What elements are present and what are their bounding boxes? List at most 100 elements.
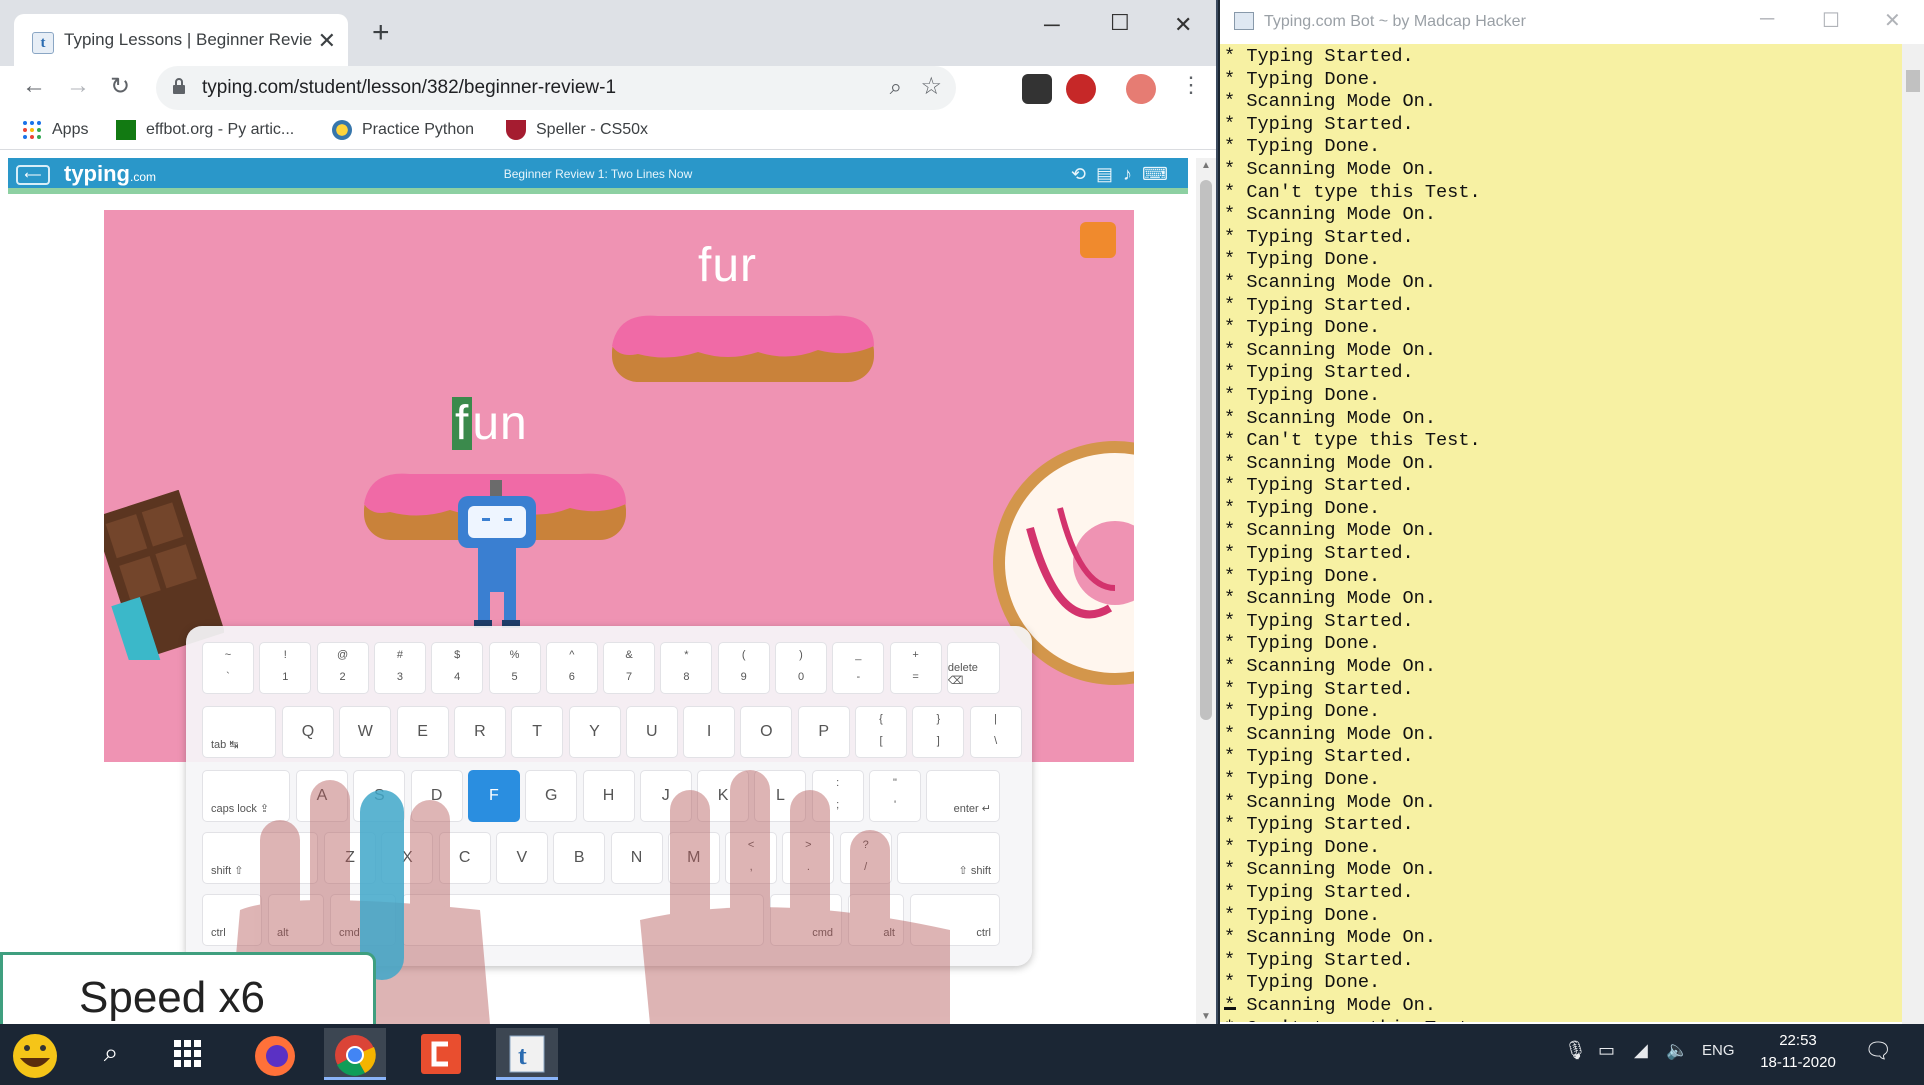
tab-strip: t Typing Lessons | Beginner Revie… ✕ + ─… bbox=[0, 0, 1216, 74]
speed-label: Speed x6 bbox=[79, 973, 265, 1022]
bookmark-apps[interactable]: Apps bbox=[22, 120, 88, 140]
clock-time: 22:53 bbox=[1779, 1032, 1817, 1049]
key-=: + = bbox=[889, 642, 942, 694]
orange-app-taskbar-icon[interactable] bbox=[410, 1028, 472, 1080]
maximize-button[interactable]: ☐ bbox=[1110, 10, 1130, 36]
console-line: * Scanning Mode On. bbox=[1224, 452, 1437, 474]
console-line: * Typing Done. bbox=[1224, 136, 1381, 158]
console-line: * Typing Started. bbox=[1224, 543, 1414, 565]
chrome-taskbar-icon[interactable] bbox=[324, 1028, 386, 1080]
bookmark-effbot[interactable]: effbot.org - Py artic... bbox=[116, 120, 294, 140]
scroll-down-icon[interactable]: ▼ bbox=[1201, 1011, 1211, 1022]
key-6: ^ 6 bbox=[545, 642, 598, 694]
microphone-icon[interactable]: 🎙 bbox=[1564, 1040, 1587, 1061]
scrollbar-thumb[interactable] bbox=[1200, 180, 1212, 720]
browser-window: t Typing Lessons | Beginner Revie… ✕ + ─… bbox=[0, 0, 1218, 1024]
console-scrollbar[interactable] bbox=[1902, 44, 1924, 1024]
console-line: * Typing Done. bbox=[1224, 317, 1381, 339]
tab-close-icon[interactable]: ✕ bbox=[318, 28, 336, 54]
key-R: R bbox=[453, 706, 506, 758]
robot-character bbox=[458, 480, 536, 628]
console-line: * Typing Started. bbox=[1224, 113, 1414, 135]
address-bar[interactable]: typing.com/student/lesson/382/beginner-r… bbox=[156, 66, 956, 110]
console-line: * Typing Started. bbox=[1224, 610, 1414, 632]
typing-bot-taskbar-icon[interactable]: t bbox=[496, 1028, 558, 1080]
svg-text:t: t bbox=[518, 1041, 527, 1070]
pause-game-button[interactable] bbox=[1080, 222, 1116, 258]
url-text: typing.com/student/lesson/382/beginner-r… bbox=[202, 77, 617, 98]
console-line: * Typing Done. bbox=[1224, 249, 1381, 271]
console-minimize-button[interactable]: ─ bbox=[1760, 8, 1774, 31]
console-line: * Typing Done. bbox=[1224, 836, 1381, 858]
back-arrow-icon[interactable]: ← bbox=[22, 72, 46, 100]
key-sym: :; bbox=[811, 770, 864, 822]
close-window-button[interactable]: ✕ bbox=[1174, 12, 1192, 38]
profile-avatar[interactable] bbox=[1126, 74, 1156, 104]
key-2: @2 bbox=[316, 642, 369, 694]
key-1: ! 1 bbox=[259, 642, 312, 694]
typing-site-header: ⟵ typing.com Beginner Review 1: Two Line… bbox=[8, 158, 1188, 194]
key-shift-left: shift ⇧ bbox=[202, 832, 318, 884]
new-tab-button[interactable]: + bbox=[372, 18, 390, 48]
console-line: * Typing Started. bbox=[1224, 678, 1414, 700]
key-J: J bbox=[639, 770, 692, 822]
console-maximize-button[interactable]: ☐ bbox=[1822, 8, 1840, 33]
reload-icon[interactable]: ↻ bbox=[110, 72, 130, 101]
lesson-title: Beginner Review 1: Two Lines Now bbox=[503, 167, 693, 181]
bookmark-speller[interactable]: Speller - CS50x bbox=[506, 120, 648, 140]
menu-dots-icon[interactable]: ⋮ bbox=[1180, 72, 1202, 98]
console-line: * Typing Done. bbox=[1224, 972, 1381, 994]
key-sym: >. bbox=[782, 832, 835, 884]
language-indicator[interactable]: ENG bbox=[1702, 1042, 1735, 1059]
key-T: T bbox=[511, 706, 564, 758]
taskbar-clock[interactable]: 22:53 18-11-2020 bbox=[1748, 1030, 1848, 1074]
console-line: * Scanning Mode On. bbox=[1224, 927, 1437, 949]
bookmark-star-icon[interactable]: ☆ bbox=[920, 72, 942, 101]
scroll-up-icon[interactable]: ▲ bbox=[1201, 160, 1211, 171]
task-view-icon[interactable] bbox=[156, 1028, 218, 1080]
console-line: * Scanning Mode On. bbox=[1224, 339, 1437, 361]
search-icon[interactable]: ⌕ bbox=[80, 1028, 142, 1080]
volume-icon[interactable]: 🔈 bbox=[1666, 1040, 1688, 1061]
zoom-icon[interactable]: ⌕ bbox=[890, 74, 902, 100]
key-F: F bbox=[467, 770, 520, 822]
tab-typing-lessons[interactable]: t Typing Lessons | Beginner Revie… ✕ bbox=[14, 14, 348, 74]
battery-icon[interactable]: ▭ bbox=[1598, 1040, 1615, 1061]
console-titlebar: Typing.com Bot ~ by Madcap Hacker ─ ☐ ✕ bbox=[1220, 0, 1924, 44]
bookmark-label: Practice Python bbox=[362, 121, 475, 139]
page-scrollbar[interactable]: ▲ ▼ bbox=[1196, 158, 1216, 1024]
console-close-button[interactable]: ✕ bbox=[1884, 8, 1901, 33]
key-W: W bbox=[339, 706, 392, 758]
key-alt-right: alt bbox=[848, 894, 904, 946]
effbot-favicon-icon bbox=[116, 120, 136, 140]
firefox-taskbar-icon[interactable] bbox=[244, 1028, 306, 1080]
minimize-button[interactable]: ─ bbox=[1044, 12, 1060, 38]
key-Q: Q bbox=[282, 706, 334, 758]
forward-arrow-icon[interactable]: → bbox=[66, 72, 90, 100]
key-cmd-right: cmd bbox=[770, 894, 842, 946]
console-scrollbar-thumb[interactable] bbox=[1906, 70, 1920, 92]
extension-icon[interactable] bbox=[1022, 74, 1052, 104]
keyboard-icon[interactable]: ⌨ bbox=[1142, 164, 1178, 184]
sound-icon[interactable]: ♪ bbox=[1123, 164, 1142, 184]
key-I: I bbox=[683, 706, 736, 758]
console-output[interactable]: * Typing Started. * Typing Done. * Scannin… bbox=[1220, 44, 1902, 1022]
key-U: U bbox=[625, 706, 678, 758]
settings-icon[interactable]: ▤ bbox=[1096, 164, 1123, 184]
notifications-icon[interactable]: 🗨 bbox=[1864, 1038, 1892, 1064]
console-line: * Typing Started. bbox=[1224, 362, 1414, 384]
start-button[interactable] bbox=[4, 1028, 66, 1080]
header-tools: ⟲▤♪⌨ bbox=[1071, 164, 1178, 185]
history-icon[interactable]: ⟲ bbox=[1071, 164, 1096, 184]
key-X: X bbox=[381, 832, 434, 884]
adblock-extension-icon[interactable] bbox=[1066, 74, 1096, 104]
console-line: * Scanning Mode On. bbox=[1224, 723, 1437, 745]
console-line: * Can't type this Test. bbox=[1224, 1018, 1481, 1022]
console-line: * Scanning Mode On. bbox=[1224, 204, 1437, 226]
console-line: * Typing Started. bbox=[1224, 226, 1414, 248]
bookmark-practice-python[interactable]: Practice Python bbox=[332, 120, 474, 140]
wifi-icon[interactable]: ◢ bbox=[1634, 1040, 1648, 1061]
typing-favicon-icon: t bbox=[32, 32, 54, 54]
key-sym: " ' bbox=[869, 770, 921, 822]
key-3: #3 bbox=[373, 642, 426, 694]
